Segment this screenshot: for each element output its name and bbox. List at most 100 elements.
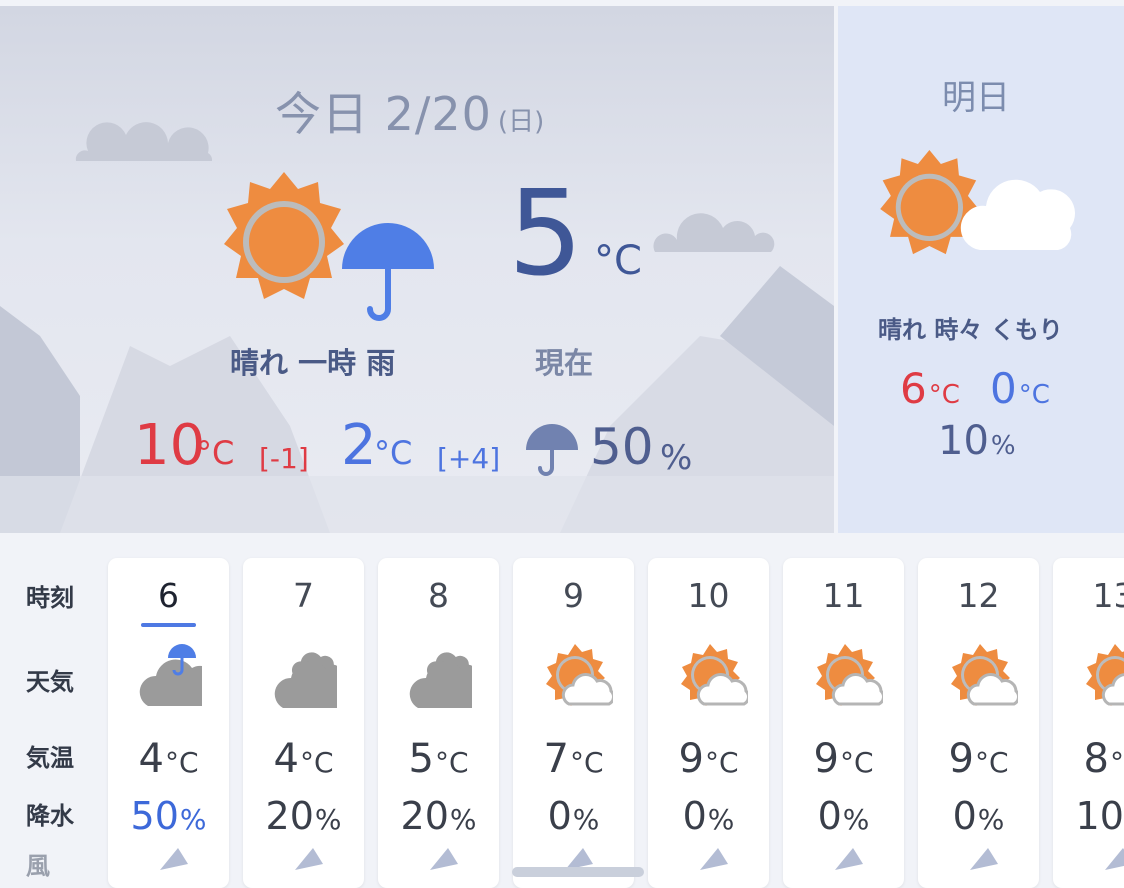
sunny-with-umbrella-icon [214,172,444,326]
today-precip-unit: % [660,438,693,478]
tomorrow-low-unit: °C [1018,380,1050,410]
hour-card[interactable]: 10 9°C 0% [648,558,769,888]
cloudy-icon [273,644,363,712]
hour-precip-value: 20 [265,794,314,838]
today-low-diff: [+4] [437,442,501,475]
hour-precip-value: 0 [952,794,977,838]
hour-precip: 20% [378,794,499,838]
sun-cloud-icon [948,644,1020,712]
hour-temp-value: 9 [948,736,974,782]
hour-temp-unit: °C [974,746,1009,779]
cloud-umbrella-icon [138,644,228,712]
hour-precip: 20% [243,794,364,838]
hour-card[interactable]: 6 4°C 50% [108,558,229,888]
sun-cloud-icon [543,644,615,712]
row-label-weather: 天気 [26,668,74,696]
hour-temp-value: 4 [138,736,164,782]
hour-label: 12 [957,576,1000,615]
hour-label: 7 [293,576,314,615]
hour-temp-value: 4 [273,736,299,782]
hour-temperature: 4°C [243,736,364,782]
tomorrow-precip-unit: % [990,431,1016,461]
wind-arrow-icon [1103,848,1124,876]
today-dow: (日) [497,107,545,137]
cloud-decoration-left [75,122,213,161]
hour-card[interactable]: 12 9°C 0% [918,558,1039,888]
hour-precip: 50% [108,794,229,838]
hour-card[interactable]: 13 8°C 10% [1053,558,1124,888]
hour-temp-unit: °C [164,746,199,779]
today-precip-value: 50 [590,418,654,476]
tomorrow-precip: 10% [938,418,1016,464]
hour-label: 10 [687,576,730,615]
hour-precip-value: 50 [130,794,179,838]
hour-card[interactable]: 7 4°C 20% [243,558,364,888]
hour-temperature: 4°C [108,736,229,782]
tomorrow-high: 6°C [900,364,960,413]
tomorrow-precip-value: 10 [938,418,989,464]
row-label-time: 時刻 [26,584,74,612]
today-condition: 晴れ 一時 雨 [230,346,396,380]
hour-precip-value: 0 [547,794,572,838]
row-label-temp: 気温 [26,744,74,772]
wind-arrow-icon [158,848,190,876]
hour-temperature: 9°C [648,736,769,782]
scroll-indicator[interactable] [512,867,644,877]
hour-card[interactable]: 8 5°C 20% [378,558,499,888]
hour-precip-unit: % [572,803,600,836]
hour-precip-unit: % [977,803,1005,836]
hour-label: 9 [563,576,584,615]
hour-temperature: 9°C [918,736,1039,782]
hour-precip-unit: % [314,803,342,836]
hour-label: 13 [1092,576,1124,615]
hour-temp-value: 5 [408,736,434,782]
hour-temperature: 7°C [513,736,634,782]
row-label-wind: 風 [26,852,50,880]
current-temperature: 5 [508,164,584,302]
hour-label: 8 [428,576,449,615]
today-panel[interactable]: 今日 2/20 (日) 晴れ 一時 雨 5 °C 現在 10 °C [-1] 2 … [0,6,834,533]
tomorrow-high-unit: °C [928,380,960,410]
hour-precip: 0% [918,794,1039,838]
hour-temp-unit: °C [569,746,604,779]
hour-card[interactable]: 9 7°C 0% [513,558,634,888]
hour-precip-value: 10 [1075,794,1124,838]
hour-temp-value: 9 [678,736,704,782]
hour-precip: 10% [1053,794,1124,838]
wind-arrow-icon [833,848,865,876]
sun-cloud-icon [1083,644,1124,712]
wind-arrow-icon [698,848,730,876]
current-temperature-unit: °C [594,238,642,284]
hour-precip-unit: % [179,803,207,836]
hour-precip-unit: % [842,803,870,836]
current-hour-underline [141,623,196,627]
hour-label: 11 [822,576,865,615]
today-high-unit: °C [196,434,235,472]
row-label-precip: 降水 [26,802,74,830]
today-low-temp: 2 [341,413,377,478]
sun-behind-cloud-icon [872,150,1092,284]
today-date-label: 今日 2/20 [275,87,492,141]
hour-precip-value: 0 [682,794,707,838]
hour-temperature: 5°C [378,736,499,782]
hour-temp-unit: °C [704,746,739,779]
umbrella-icon [524,424,580,480]
wind-arrow-icon [968,848,1000,876]
current-label: 現在 [535,346,594,380]
hour-temperature: 9°C [783,736,904,782]
hour-precip: 0% [783,794,904,838]
today-low-unit: °C [374,434,413,472]
hour-card[interactable]: 11 9°C 0% [783,558,904,888]
tomorrow-title: 明日 [942,78,1010,118]
tomorrow-low-value: 0 [990,364,1017,413]
hour-temp-value: 8 [1083,736,1109,782]
wind-arrow-icon [428,848,460,876]
cloudy-icon [408,644,498,712]
hour-label: 6 [158,576,179,615]
tomorrow-panel[interactable]: 明日 晴れ 時々 くもり 6°C 0°C 10% [838,6,1124,533]
today-date: 今日 2/20 (日) [275,78,544,144]
hour-temperature: 8°C [1053,736,1124,782]
today-high-temp: 10 [134,413,206,478]
hour-precip: 0% [648,794,769,838]
hour-precip-value: 0 [817,794,842,838]
